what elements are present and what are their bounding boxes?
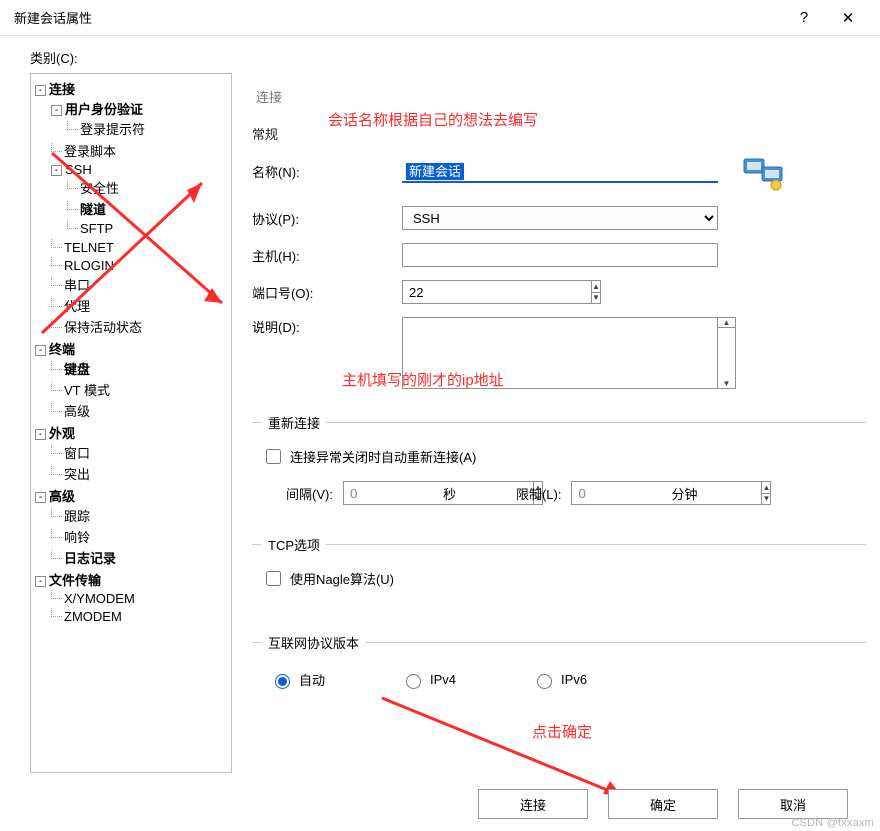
tree-zmodem[interactable]: ZMODEM bbox=[64, 609, 122, 624]
tree-bell[interactable]: 响铃 bbox=[64, 530, 90, 545]
content-pane: 连接 常规 会话名称根据自己的想法去编写 名称(N): 新建会话 协议(P): … bbox=[232, 73, 866, 773]
ipver-auto[interactable]: 自动 bbox=[270, 670, 325, 689]
connect-button[interactable]: 连接 bbox=[478, 789, 588, 819]
reconnect-chk-label: 连接异常关闭时自动重新连接(A) bbox=[290, 447, 476, 466]
tree-xymodem[interactable]: X/YMODEM bbox=[64, 591, 135, 606]
tree-advanced[interactable]: 高级 bbox=[49, 489, 75, 504]
ipver-ipv4[interactable]: IPv4 bbox=[401, 671, 456, 689]
annotation-2: 主机填写的刚才的ip地址 bbox=[342, 369, 504, 390]
host-input[interactable] bbox=[402, 243, 718, 267]
reconnect-checkbox[interactable] bbox=[266, 449, 281, 464]
interval-label: 间隔(V): bbox=[286, 484, 333, 503]
desc-scrollbar[interactable]: ▲▼ bbox=[718, 317, 736, 389]
ipver-legend: 互联网协议版本 bbox=[262, 633, 365, 652]
port-spinner[interactable]: ▲▼ bbox=[592, 280, 601, 304]
tree-advanced-term[interactable]: 高级 bbox=[64, 404, 90, 419]
nagle-label: 使用Nagle算法(U) bbox=[290, 569, 394, 588]
minutes-label: 分钟 bbox=[671, 484, 697, 503]
category-label: 类别(C): bbox=[0, 36, 880, 73]
protocol-select[interactable]: SSH bbox=[402, 206, 718, 230]
name-input[interactable]: 新建会话 bbox=[402, 159, 718, 183]
tree-connection[interactable]: 连接 bbox=[49, 82, 75, 97]
computers-icon bbox=[740, 149, 788, 193]
titlebar: 新建会话属性 ? ✕ bbox=[0, 0, 880, 36]
window-title: 新建会话属性 bbox=[14, 8, 782, 27]
close-button[interactable]: ✕ bbox=[826, 0, 870, 36]
watermark: CSDN @txxaxm bbox=[791, 817, 874, 829]
nagle-checkbox[interactable] bbox=[266, 571, 281, 586]
tree-highlight[interactable]: 突出 bbox=[64, 467, 90, 482]
interval-input[interactable] bbox=[343, 481, 534, 505]
reconnect-group: 重新连接 连接异常关闭时自动重新连接(A) 间隔(V): ▲▼ 秒 限制(L):… bbox=[252, 413, 866, 511]
tree-logging[interactable]: 日志记录 bbox=[64, 551, 116, 566]
tree-window[interactable]: 窗口 bbox=[64, 446, 90, 461]
limit-input[interactable] bbox=[571, 481, 762, 505]
tree-vt-mode[interactable]: VT 模式 bbox=[64, 383, 110, 398]
limit-label: 限制(L): bbox=[516, 484, 562, 503]
ok-button[interactable]: 确定 bbox=[608, 789, 718, 819]
tree-file-transfer[interactable]: 文件传输 bbox=[49, 573, 101, 588]
tree-trace[interactable]: 跟踪 bbox=[64, 509, 90, 524]
tcp-legend: TCP选项 bbox=[262, 535, 326, 554]
limit-spinner[interactable]: ▲▼ bbox=[762, 481, 771, 505]
reconnect-legend: 重新连接 bbox=[262, 413, 326, 432]
tree-terminal[interactable]: 终端 bbox=[49, 342, 75, 357]
ipver-ipv6[interactable]: IPv6 bbox=[532, 671, 587, 689]
tree-keyboard[interactable]: 键盘 bbox=[64, 362, 90, 377]
help-button[interactable]: ? bbox=[782, 0, 826, 36]
tcp-group: TCP选项 使用Nagle算法(U) bbox=[252, 535, 866, 609]
tree-appearance[interactable]: 外观 bbox=[49, 426, 75, 441]
seconds-label: 秒 bbox=[443, 484, 456, 503]
cancel-button[interactable]: 取消 bbox=[738, 789, 848, 819]
